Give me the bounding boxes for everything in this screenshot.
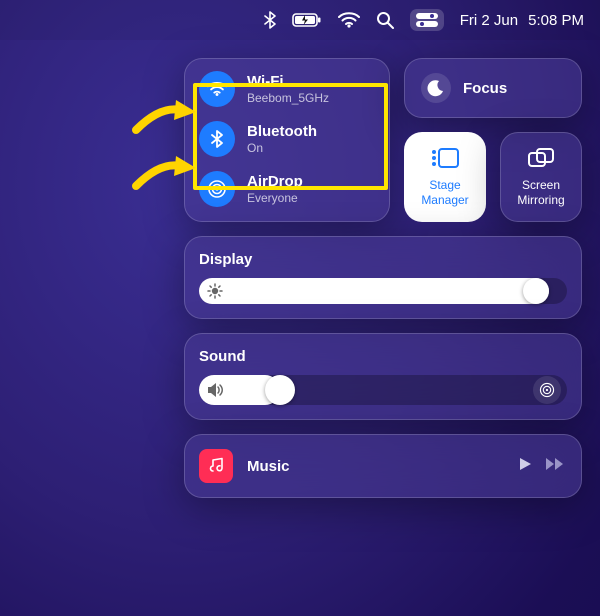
display-slider-fill [199,278,549,304]
display-slider-knob[interactable] [523,278,549,304]
music-label: Music [247,458,503,475]
bluetooth-icon [199,121,235,157]
wifi-menu-icon[interactable] [338,12,360,28]
wifi-icon [199,71,235,107]
sound-card: Sound [184,333,582,420]
menubar-date: Fri 2 Jun [460,12,518,29]
bluetooth-sub: On [247,141,317,155]
sound-slider-knob[interactable] [265,375,295,405]
stage-manager-label-2: Manager [421,193,468,207]
play-button[interactable] [517,456,533,477]
airdrop-title: AirDrop [247,173,303,191]
screen-mirroring-label-1: Screen [522,178,560,192]
moon-icon [421,73,451,103]
menubar: Fri 2 Jun 5:08 PM [0,0,600,40]
music-app-icon [199,449,233,483]
focus-label: Focus [463,80,507,97]
airplay-audio-button[interactable] [533,376,561,404]
control-center-menu-icon[interactable] [410,9,444,31]
display-title: Display [199,251,567,268]
control-center-panel: Wi-Fi Beebom_5GHz Bluetooth On [184,58,582,498]
airdrop-toggle[interactable]: AirDrop Everyone [199,171,375,207]
stage-manager-toggle[interactable]: Stage Manager [404,132,486,222]
brightness-icon [207,283,223,299]
airdrop-sub: Everyone [247,191,303,205]
menubar-time: 5:08 PM [528,12,584,29]
next-track-button[interactable] [545,456,567,477]
display-slider[interactable] [199,278,567,304]
wifi-sub: Beebom_5GHz [247,91,329,105]
bluetooth-title: Bluetooth [247,123,317,141]
battery-menu-icon[interactable] [292,12,322,28]
screen-mirroring-label-2: Mirroring [517,193,564,207]
bluetooth-toggle[interactable]: Bluetooth On [199,121,375,157]
connectivity-card: Wi-Fi Beebom_5GHz Bluetooth On [184,58,390,222]
wifi-title: Wi-Fi [247,73,329,91]
music-card[interactable]: Music [184,434,582,498]
menubar-datetime[interactable]: Fri 2 Jun 5:08 PM [460,12,584,29]
airdrop-icon [199,171,235,207]
sound-title: Sound [199,348,567,365]
sound-slider[interactable] [199,375,567,405]
spotlight-menu-icon[interactable] [376,11,394,29]
stage-manager-icon [430,147,460,172]
focus-toggle[interactable]: Focus [404,58,582,118]
display-card: Display [184,236,582,319]
stage-manager-label-1: Stage [429,178,460,192]
volume-icon [207,382,225,398]
wifi-toggle[interactable]: Wi-Fi Beebom_5GHz [199,71,375,107]
bluetooth-menu-icon[interactable] [264,11,276,29]
screen-mirroring-toggle[interactable]: Screen Mirroring [500,132,582,222]
screen-mirroring-icon [527,147,555,172]
